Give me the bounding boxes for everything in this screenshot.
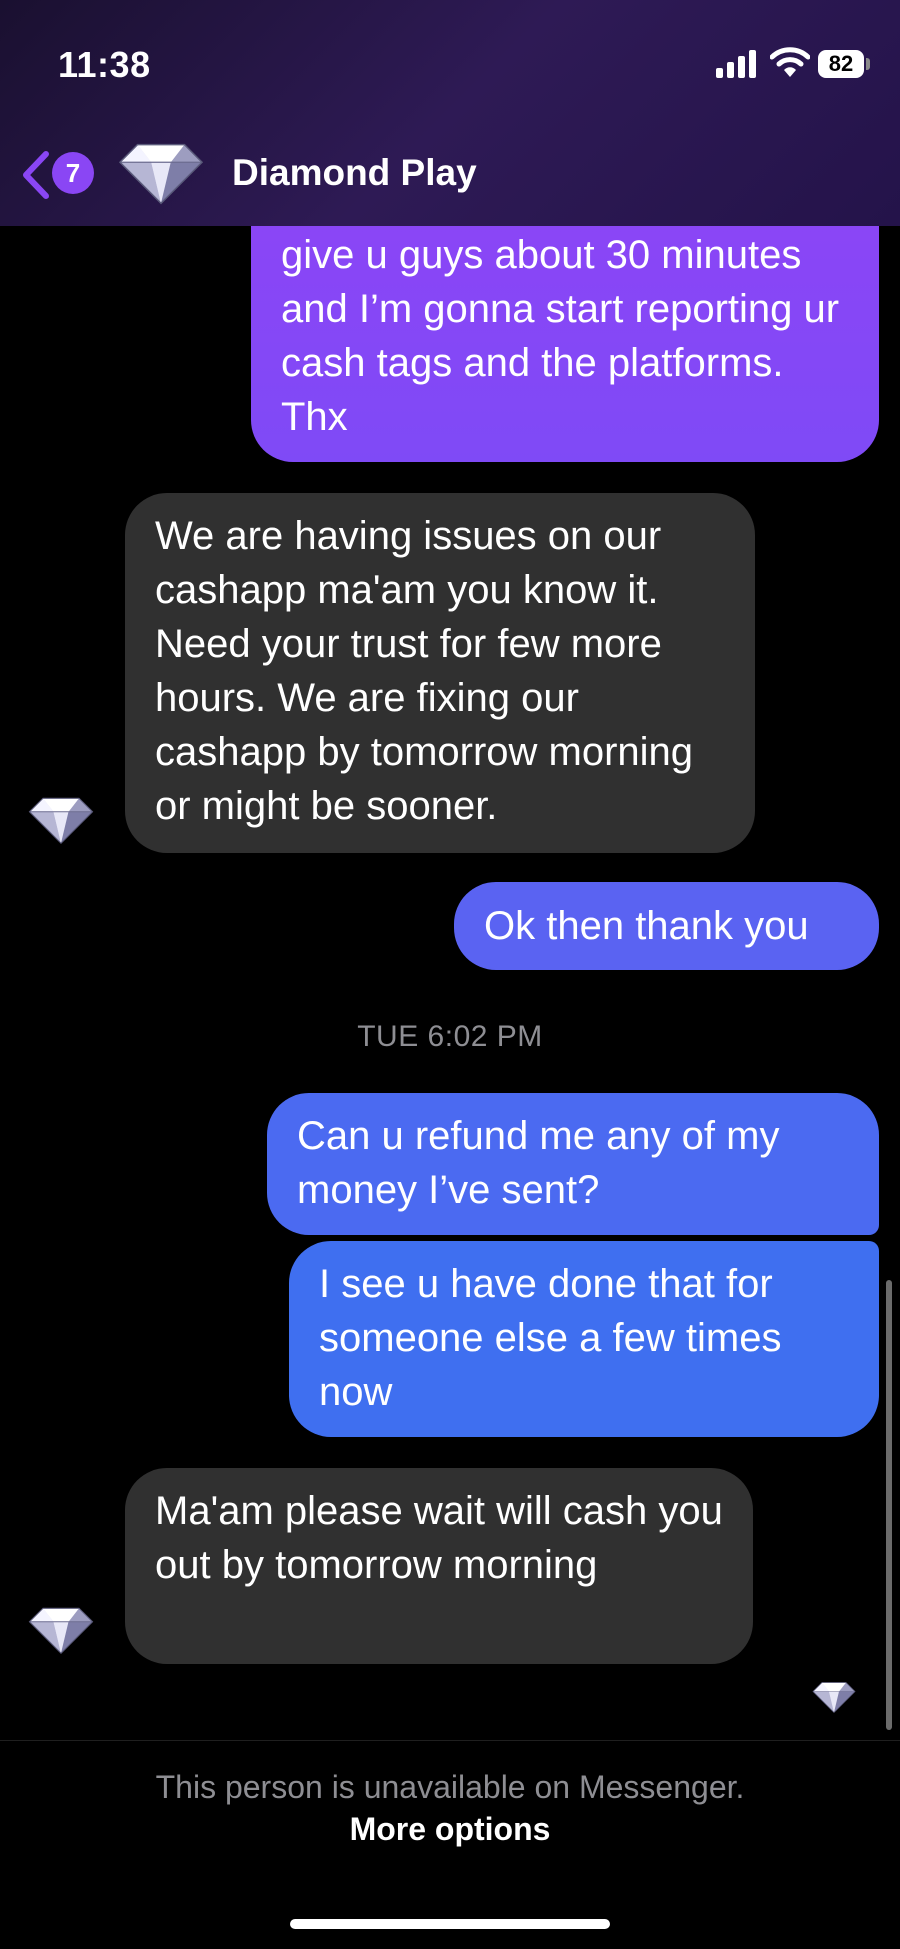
battery-level: 82 — [828, 51, 854, 76]
message-bubble-incoming[interactable]: Ma'am please wait will cash you out by t… — [125, 1468, 753, 1664]
message-timestamp: TUE 6:02 PM — [357, 1020, 543, 1053]
contact-name[interactable]: Diamond Play — [232, 152, 477, 194]
unread-count-badge[interactable]: 7 — [52, 152, 94, 194]
contact-avatar-small — [28, 795, 94, 845]
unavailable-notice: This person is unavailable on Messenger. — [155, 1769, 745, 1805]
status-bar: 11:38 82 — [0, 0, 900, 120]
message-bubble-outgoing[interactable]: I see u have done that for someone else … — [289, 1241, 879, 1437]
home-indicator[interactable] — [290, 1919, 610, 1929]
battery-cap — [866, 58, 870, 70]
message-bubble-outgoing[interactable]: Ok then thank you — [454, 882, 879, 970]
scrollbar[interactable] — [886, 1280, 892, 1730]
conversation-header: 7 Diamond Play — [0, 130, 900, 220]
message-bubble-outgoing[interactable]: give u guys about 30 minutes and I’m gon… — [251, 208, 879, 462]
more-options-link[interactable]: More options — [0, 1811, 900, 1848]
message-bubble-incoming[interactable]: We are having issues on our cashapp ma'a… — [125, 493, 755, 853]
message-thread[interactable]: give u guys about 30 minutes and I’m gon… — [0, 0, 900, 1948]
composer-footer: This person is unavailable on Messenger.… — [0, 1740, 900, 1949]
battery-icon: 82 — [818, 50, 864, 78]
contact-avatar[interactable] — [118, 140, 204, 206]
chevron-left-icon[interactable] — [18, 150, 52, 200]
cellular-signal-icon — [716, 50, 758, 78]
contact-avatar-small — [28, 1605, 94, 1655]
status-time: 11:38 — [58, 44, 151, 85]
wifi-icon — [770, 47, 810, 77]
message-bubble-outgoing[interactable]: Can u refund me any of my money I’ve sen… — [267, 1093, 879, 1235]
read-receipt-avatar — [812, 1680, 856, 1714]
